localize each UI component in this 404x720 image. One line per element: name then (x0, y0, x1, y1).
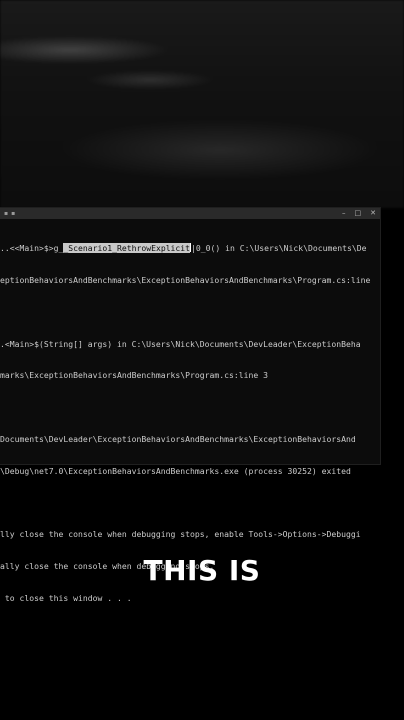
console-line: marks\ExceptionBehaviorsAndBenchmarks\Pr… (0, 370, 269, 381)
video-caption: THIS IS (143, 554, 261, 587)
console-line: \Debug\net7.0\ExceptionBehaviorsAndBench… (0, 465, 351, 476)
window-controls: – □ ✕ (342, 208, 376, 219)
app-icon: ▪ (4, 210, 9, 217)
console-line: .<Main>$(String[] args) in C:\Users\Nick… (0, 338, 361, 349)
console-line: eptionBehaviorsAndBenchmarks\ExceptionBe… (0, 274, 371, 285)
console-titlebar: ▪ ▪ – □ ✕ (0, 208, 380, 219)
minimize-icon[interactable]: – (342, 208, 346, 219)
video-frame: ▪ ▪ – □ ✕ ..<<Main>$>g__Scenario1_Rethro… (0, 0, 404, 720)
console-line: to close this window . . . (0, 592, 132, 603)
close-icon[interactable]: ✕ (370, 208, 376, 219)
selected-text[interactable]: _Scenario1_RethrowExplicit (63, 243, 191, 254)
console-line-text: |0_0() in C:\Users\Nick\Documents\De (191, 243, 367, 254)
blurred-background (0, 0, 404, 208)
console-line: Documents\DevLeader\ExceptionBehaviorsAn… (0, 433, 356, 444)
console-line: lly close the console when debugging sto… (0, 529, 361, 540)
titlebar-left: ▪ ▪ (4, 210, 15, 217)
console-line: ..<<Main>$>g__Scenario1_RethrowExplicit|… (0, 243, 380, 254)
tab-dropdown-icon[interactable]: ▪ (11, 210, 15, 217)
console-window: ▪ ▪ – □ ✕ ..<<Main>$>g__Scenario1_Rethro… (0, 208, 380, 603)
console-line-text: ..<<Main>$>g_ (0, 243, 64, 254)
maximize-icon[interactable]: □ (355, 208, 362, 219)
